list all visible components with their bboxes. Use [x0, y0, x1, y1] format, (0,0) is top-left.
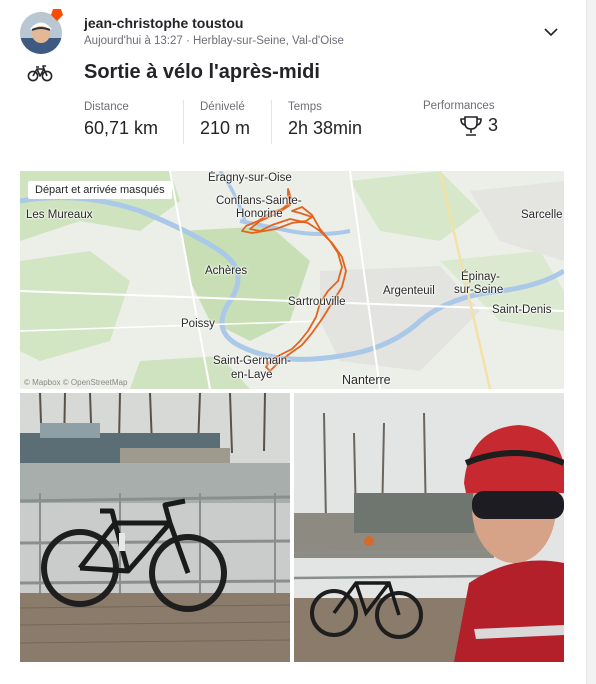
photo-selfie-image [294, 393, 564, 662]
stat-label: Performances [423, 100, 495, 112]
chevron-down-icon[interactable] [543, 27, 559, 37]
scrollbar[interactable] [586, 0, 596, 684]
map-privacy-chip: Départ et arrivée masqués [28, 181, 172, 199]
map-place-label: Poissy [181, 318, 215, 330]
map-place-label: Conflans-Sainte- [216, 195, 302, 207]
stat-value: 60,71 km [84, 118, 159, 138]
stat-time: Temps 2h 38min [288, 101, 362, 139]
stat-divider [271, 100, 272, 144]
athlete-name[interactable]: jean-christophe toustou [84, 15, 243, 31]
photo-bike-image [20, 393, 290, 662]
activity-photo[interactable] [294, 393, 564, 662]
stat-label: Dénivelé [200, 101, 245, 113]
map-place-label: Sartrouville [288, 296, 346, 308]
stat-elevation: Dénivelé 210 m [200, 101, 250, 139]
stat-distance: Distance 60,71 km [84, 101, 158, 139]
route-map[interactable]: Départ et arrivée masqués Éragny-sur-Ois… [20, 171, 564, 389]
stat-achievements[interactable]: Performances 3 [423, 100, 498, 137]
stat-divider [183, 100, 184, 144]
map-place-label: Achères [205, 265, 248, 277]
activity-photo[interactable] [20, 393, 290, 662]
map-place-label: Les Mureaux [26, 209, 93, 221]
activity-title[interactable]: Sortie à vélo l'après-midi [84, 61, 320, 84]
map-place-label: Éragny-sur-Oise [208, 172, 292, 184]
bike-icon [27, 65, 53, 82]
map-place-label: Épinay- [461, 271, 500, 283]
map-place-label: Nanterre [342, 373, 391, 387]
map-attribution[interactable]: © Mapbox © OpenStreetMap [24, 378, 127, 387]
activity-card: jean-christophe toustou Aujourd'hui à 13… [0, 0, 586, 684]
map-place-label: Honorine [236, 208, 283, 220]
map-place-label: en-Laye [231, 369, 273, 381]
map-place-label: sur-Seine [454, 284, 504, 296]
map-place-label: Argenteuil [383, 285, 435, 297]
stat-value: 2h 38min [288, 118, 363, 138]
stat-label: Distance [84, 101, 129, 113]
badge-icon [51, 9, 63, 21]
stat-label: Temps [288, 101, 322, 113]
map-place-label: Sarcelle [521, 209, 563, 221]
activity-meta: Aujourd'hui à 13:27 · Herblay-sur-Seine,… [84, 35, 344, 47]
achievement-count: 3 [488, 115, 499, 135]
trophy-icon [460, 116, 482, 137]
stat-value: 210 m [200, 118, 251, 138]
map-place-label: Saint-Denis [492, 304, 552, 316]
map-place-label: Saint-Germain- [213, 355, 291, 367]
